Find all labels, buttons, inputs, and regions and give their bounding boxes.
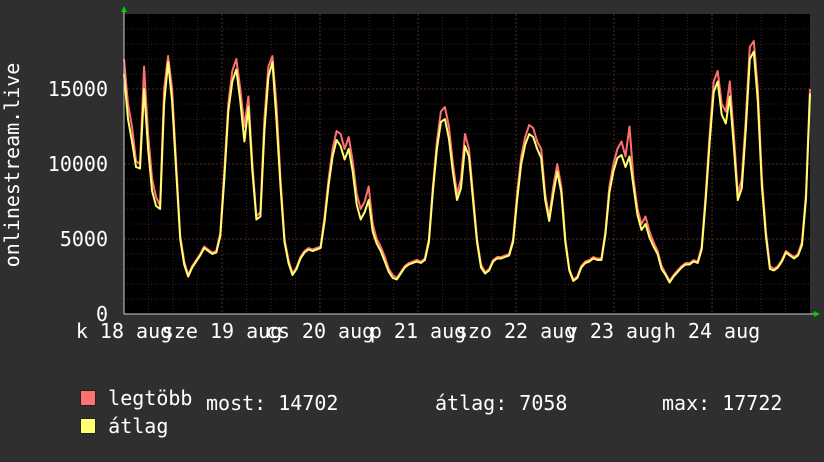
x-tick-label: cs 20 aug — [266, 319, 374, 343]
x-tick-label: sze 19 aug — [162, 319, 282, 343]
stat-most-label: most: — [206, 391, 267, 415]
y-tick-label: 5000 — [60, 227, 108, 251]
x-tick-label: p 21 aug — [370, 319, 466, 343]
y-tick-label: 15000 — [48, 77, 108, 101]
stat-atlag: átlag: 7058 — [435, 391, 567, 415]
y-axis-arrow — [121, 6, 127, 12]
legend-item-atlag: átlag — [32, 390, 168, 462]
x-tick-label: v 23 aug — [566, 319, 662, 343]
stat-atlag-label: átlag: — [435, 391, 508, 415]
x-tick-label: szo 22 aug — [456, 319, 576, 343]
x-axis-arrow — [814, 311, 820, 317]
legend-label-atlag: átlag — [108, 414, 169, 438]
x-ticks: k 18 augsze 19 augcs 20 augp 21 augszo 2… — [76, 319, 760, 343]
stat-most: most: 14702 — [206, 391, 338, 415]
stat-max-value: 17722 — [722, 391, 783, 415]
y-ticks: 050001000015000 — [48, 77, 108, 326]
x-tick-label: h 24 aug — [664, 319, 760, 343]
stat-atlag-value: 7058 — [519, 391, 568, 415]
x-tick-label: k 18 aug — [76, 319, 172, 343]
stat-most-value: 14702 — [278, 391, 339, 415]
stat-max-label: max: — [662, 391, 711, 415]
y-tick-label: 10000 — [48, 152, 108, 176]
y-axis-label: onlinestream.live — [0, 63, 24, 268]
stat-max: max: 17722 — [662, 391, 782, 415]
legend-swatch-atlag — [80, 418, 97, 434]
graph-window: 0 5000 10000 15000 k 18 aug sze 19 aug cs 20 … — [0, 0, 824, 438]
